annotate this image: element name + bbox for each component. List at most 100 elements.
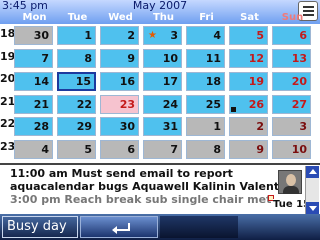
day-header-sat: Sat	[240, 12, 259, 23]
calendar-day[interactable]: 5	[57, 140, 96, 159]
calendar-day[interactable]: 27	[272, 95, 311, 114]
calendar-day[interactable]: 24	[143, 95, 182, 114]
day-number: 19	[248, 75, 264, 88]
bottom-bar: Busy day	[0, 214, 320, 240]
day-number: 22	[76, 98, 92, 111]
calendar-day[interactable]: 8	[186, 140, 225, 159]
day-number: 13	[291, 52, 307, 65]
calendar-day[interactable]: 19	[229, 72, 268, 91]
day-number: 10	[291, 143, 307, 156]
day-header-sun: Sun	[281, 12, 304, 23]
calendar-day[interactable]: 21	[14, 95, 53, 114]
calendar-day[interactable]: 22	[57, 95, 96, 114]
busy-day-button[interactable]: Busy day	[2, 216, 78, 238]
calendar-day[interactable]: 6	[272, 26, 311, 45]
calendar-day[interactable]: 9	[100, 49, 139, 68]
week-number: 23	[0, 140, 16, 153]
contact-avatar	[278, 170, 302, 194]
day-number: 14	[33, 75, 49, 88]
calendar-day[interactable]: 5	[229, 26, 268, 45]
calendar-day[interactable]: 7	[14, 49, 53, 68]
event-scrollbar[interactable]	[305, 166, 319, 214]
day-header-fri: Fri	[199, 12, 214, 23]
calendar-day[interactable]: 9	[229, 140, 268, 159]
scroll-up-icon[interactable]	[306, 166, 319, 178]
day-header-wed: Wed	[108, 12, 133, 23]
day-number: 10	[162, 52, 178, 65]
day-number: 1	[84, 29, 92, 42]
calendar-day[interactable]: 28	[14, 117, 53, 136]
week-number: 21	[0, 95, 16, 108]
scroll-down-icon[interactable]	[306, 202, 319, 214]
day-number: 17	[162, 75, 178, 88]
day-header-tue: Tue	[67, 12, 88, 23]
day-number: 11	[205, 52, 221, 65]
calendar-day[interactable]: 8	[57, 49, 96, 68]
calendar-day[interactable]: 7	[143, 140, 182, 159]
calendar-day[interactable]: 12	[229, 49, 268, 68]
week-number: 20	[0, 72, 16, 85]
day-number: 30	[119, 120, 135, 133]
calendar-day[interactable]: 1	[57, 26, 96, 45]
day-header-mon: Mon	[22, 12, 47, 23]
day-header-thu: Thu	[152, 12, 175, 23]
calendar-day[interactable]: 14	[14, 72, 53, 91]
day-number: 6	[299, 29, 307, 42]
calendar-day[interactable]: 10	[272, 140, 311, 159]
calendar-day[interactable]: 1	[186, 117, 225, 136]
event-line[interactable]: 11:00 am Must send email to report	[10, 167, 296, 180]
calendar-day-today[interactable]: 23	[100, 95, 139, 114]
calendar-day[interactable]: 26	[229, 95, 268, 114]
calendar-day[interactable]: 17	[143, 72, 182, 91]
day-number: 4	[41, 143, 49, 156]
day-number: 25	[205, 98, 221, 111]
calendar-day-selected[interactable]: 15	[57, 72, 96, 91]
day-number: 9	[256, 143, 264, 156]
star-icon: ★	[148, 30, 157, 41]
calendar-day[interactable]: 10	[143, 49, 182, 68]
day-number: 9	[127, 52, 135, 65]
day-number: 3	[170, 29, 178, 42]
day-number: 31	[162, 120, 178, 133]
calendar-day[interactable]: 16	[100, 72, 139, 91]
calendar-day[interactable]: 13	[272, 49, 311, 68]
week-number: 19	[0, 50, 16, 63]
calendar-day[interactable]: 4	[14, 140, 53, 159]
calendar-day[interactable]: ★ 3	[143, 26, 182, 45]
day-number: 6	[127, 143, 135, 156]
event-line[interactable]: aquacalendar bugs Aquawell Kalinin Valen…	[10, 180, 296, 193]
event-line[interactable]: 3:00 pm Reach break sub single chair met	[10, 193, 296, 206]
calendar-day[interactable]: 2	[100, 26, 139, 45]
calendar-day[interactable]: 30	[14, 26, 53, 45]
day-number: 8	[84, 52, 92, 65]
calendar-day[interactable]: 3	[272, 117, 311, 136]
month-title[interactable]: May 2007	[0, 0, 320, 12]
day-number: 5	[256, 29, 264, 42]
day-number: 15	[75, 75, 91, 88]
day-number: 4	[213, 29, 221, 42]
calendar-day[interactable]: 20	[272, 72, 311, 91]
day-number: 8	[213, 143, 221, 156]
calendar-day[interactable]: 2	[229, 117, 268, 136]
day-number: 30	[33, 29, 49, 42]
calendar-day[interactable]: 4	[186, 26, 225, 45]
day-number: 5	[84, 143, 92, 156]
day-number: 16	[119, 75, 135, 88]
day-number: 29	[76, 120, 92, 133]
back-arrow-icon	[112, 223, 130, 234]
softkey-right[interactable]	[160, 216, 238, 238]
calendar-day[interactable]: 29	[57, 117, 96, 136]
calendar-day[interactable]: 18	[186, 72, 225, 91]
day-number: 28	[33, 120, 49, 133]
day-number: 27	[291, 98, 307, 111]
calendar-day[interactable]: 31	[143, 117, 182, 136]
calendar-day[interactable]: 11	[186, 49, 225, 68]
day-number: 7	[170, 143, 178, 156]
calendar-day[interactable]: 6	[100, 140, 139, 159]
calendar-day[interactable]: 25	[186, 95, 225, 114]
day-number: 2	[127, 29, 135, 42]
back-button[interactable]	[80, 216, 158, 238]
day-number: 2	[256, 120, 264, 133]
day-number: 23	[119, 98, 135, 111]
calendar-day[interactable]: 30	[100, 117, 139, 136]
